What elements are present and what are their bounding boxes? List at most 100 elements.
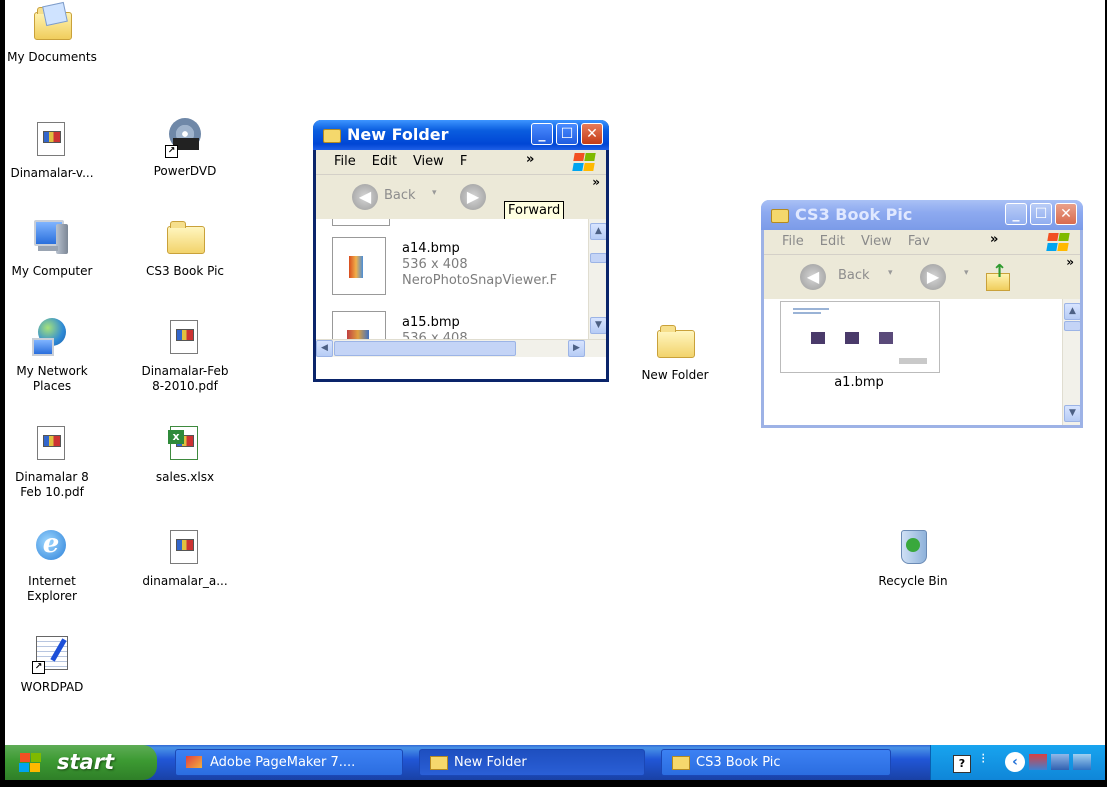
- scroll-down-icon[interactable]: ▼: [590, 317, 606, 334]
- file-name[interactable]: a14.bmp: [402, 241, 460, 256]
- back-arrow-icon[interactable]: ◀: [352, 184, 378, 210]
- powerdvd-icon: ↗: [165, 118, 205, 158]
- scroll-left-icon[interactable]: ◀: [316, 340, 333, 357]
- thumbnail-frame: [332, 219, 390, 226]
- menu-view[interactable]: View: [413, 154, 444, 169]
- taskbar-button-label: New Folder: [454, 755, 527, 770]
- file-app: NeroPhotoSnapViewer.F: [402, 273, 558, 288]
- back-dropdown-icon[interactable]: ▾: [432, 188, 437, 198]
- scroll-down-icon[interactable]: ▼: [1064, 405, 1080, 422]
- vertical-scrollbar[interactable]: ▲ ▼: [1062, 299, 1080, 425]
- desktop-icon-powerdvd[interactable]: ↗ PowerDVD: [137, 112, 233, 179]
- network-icon[interactable]: ⁝: [981, 751, 985, 767]
- desktop-icon-label: My Network Places: [16, 364, 88, 393]
- tray-app-icon[interactable]: [1051, 754, 1069, 770]
- vertical-scrollbar[interactable]: ▲ ▼: [588, 219, 606, 339]
- desktop-icon-label: Recycle Bin: [878, 574, 948, 588]
- desktop: My Documents Dinamalar-v... ↗ PowerDVD M…: [5, 0, 1105, 780]
- network-places-icon: [32, 318, 72, 358]
- forward-dropdown-icon[interactable]: ▾: [964, 268, 969, 278]
- my-documents-icon: [32, 1, 72, 44]
- system-tray: ? ⁝ ‹: [930, 745, 1105, 780]
- back-dropdown-icon[interactable]: ▾: [888, 268, 893, 278]
- window-new-folder[interactable]: New Folder _ ☐ ✕ File Edit View F » » ◀ Back…: [313, 120, 609, 382]
- menu-bar: File Edit View Fav »: [764, 230, 1080, 255]
- window-title: CS3 Book Pic: [795, 205, 913, 224]
- forward-arrow-icon[interactable]: ▶: [920, 264, 946, 290]
- close-button[interactable]: ✕: [1055, 203, 1077, 225]
- desktop-icon-sales-xlsx[interactable]: x sales.xlsx: [137, 424, 233, 485]
- menu-favorites[interactable]: Fav: [908, 234, 930, 249]
- desktop-icon-cs3-book-pic[interactable]: CS3 Book Pic: [137, 218, 233, 279]
- start-button[interactable]: start: [5, 745, 157, 780]
- menu-favorites[interactable]: F: [460, 154, 467, 169]
- desktop-icon-my-documents[interactable]: My Documents: [5, 1, 100, 65]
- folder-icon: [323, 128, 341, 143]
- menu-bar: File Edit View F »: [316, 150, 606, 175]
- menu-file[interactable]: File: [334, 154, 356, 169]
- taskbar-button-cs3-book-pic[interactable]: CS3 Book Pic: [661, 749, 891, 776]
- file-name[interactable]: a15.bmp: [402, 315, 460, 330]
- taskbar-button-new-folder[interactable]: New Folder: [419, 749, 645, 776]
- desktop-icon-label: PowerDVD: [153, 164, 217, 178]
- desktop-icon-dinamalar-8-feb[interactable]: Dinamalar 8 Feb 10.pdf: [5, 424, 100, 500]
- taskbar-button-pagemaker[interactable]: Adobe PageMaker 7....: [175, 749, 403, 776]
- menu-view[interactable]: View: [861, 234, 892, 249]
- menu-overflow-chevron[interactable]: »: [990, 230, 998, 252]
- taskbar-button-label: Adobe PageMaker 7....: [210, 755, 356, 770]
- desktop-icon-label: WORDPAD: [20, 680, 84, 694]
- file-name[interactable]: a1.bmp: [780, 375, 938, 390]
- internet-explorer-icon: e: [32, 528, 72, 568]
- tray-app-icon[interactable]: [1029, 754, 1047, 770]
- title-bar[interactable]: New Folder _ ☐ ✕: [313, 120, 609, 150]
- desktop-icon-recycle-bin[interactable]: Recycle Bin: [865, 528, 961, 589]
- recycle-bin-icon: [893, 528, 933, 568]
- desktop-icon-label: dinamalar_a...: [142, 574, 228, 588]
- window-cs3-book-pic[interactable]: CS3 Book Pic _ ☐ ✕ File Edit View Fav » » ◀ …: [761, 200, 1083, 428]
- desktop-icon-wordpad[interactable]: ↗ WORDPAD: [5, 634, 100, 695]
- scroll-thumb[interactable]: [1064, 321, 1080, 331]
- back-label[interactable]: Back: [838, 268, 870, 283]
- back-arrow-icon[interactable]: ◀: [800, 264, 826, 290]
- desktop-icon-my-computer[interactable]: My Computer: [5, 218, 100, 279]
- minimize-button[interactable]: _: [1005, 203, 1027, 225]
- menu-file[interactable]: File: [782, 234, 804, 249]
- desktop-icon-new-folder[interactable]: New Folder: [627, 322, 723, 383]
- toolbar-overflow-chevron[interactable]: »: [592, 175, 600, 189]
- desktop-icon-dinamalar-v[interactable]: Dinamalar-v...: [5, 120, 100, 181]
- desktop-icon-dinamalar-a[interactable]: dinamalar_a...: [137, 528, 233, 589]
- pdf-file-icon: [165, 318, 205, 358]
- collapse-tray-icon[interactable]: ‹: [1005, 752, 1025, 772]
- scroll-thumb[interactable]: [590, 253, 606, 263]
- thumbnail-a1[interactable]: [780, 301, 940, 373]
- up-folder-icon[interactable]: ↑: [984, 263, 1010, 291]
- desktop-icon-internet-explorer[interactable]: e Internet Explorer: [5, 528, 100, 604]
- scroll-up-icon[interactable]: ▲: [1064, 303, 1080, 320]
- scroll-right-icon[interactable]: ▶: [568, 340, 585, 357]
- menu-edit[interactable]: Edit: [820, 234, 845, 249]
- maximize-button[interactable]: ☐: [556, 123, 578, 145]
- minimize-button[interactable]: _: [531, 123, 553, 145]
- title-bar[interactable]: CS3 Book Pic _ ☐ ✕: [761, 200, 1083, 230]
- horizontal-scrollbar[interactable]: ◀ ▶: [316, 339, 606, 357]
- back-label[interactable]: Back: [384, 188, 416, 203]
- tray-app-icon[interactable]: [1073, 754, 1091, 770]
- scroll-up-icon[interactable]: ▲: [590, 223, 606, 240]
- close-button[interactable]: ✕: [581, 123, 603, 145]
- menu-overflow-chevron[interactable]: »: [526, 150, 534, 172]
- desktop-icon-dinamalar-feb[interactable]: Dinamalar-Feb 8-2010.pdf: [137, 318, 233, 394]
- desktop-icon-label: Dinamalar 8 Feb 10.pdf: [15, 470, 89, 499]
- folder-icon: [655, 322, 695, 362]
- pdf-file-icon: [32, 424, 72, 464]
- menu-edit[interactable]: Edit: [372, 154, 397, 169]
- thumbnail-a14[interactable]: [332, 237, 386, 295]
- desktop-icon-my-network-places[interactable]: My Network Places: [5, 318, 100, 394]
- maximize-button[interactable]: ☐: [1030, 203, 1052, 225]
- toolbar-overflow-chevron[interactable]: »: [1066, 255, 1074, 269]
- forward-arrow-icon[interactable]: ▶: [460, 184, 486, 210]
- excel-file-icon: x: [165, 424, 205, 464]
- wordpad-icon: ↗: [32, 634, 72, 674]
- help-icon[interactable]: ?: [953, 755, 971, 773]
- scroll-thumb[interactable]: [334, 341, 516, 356]
- folder-icon: [672, 756, 690, 770]
